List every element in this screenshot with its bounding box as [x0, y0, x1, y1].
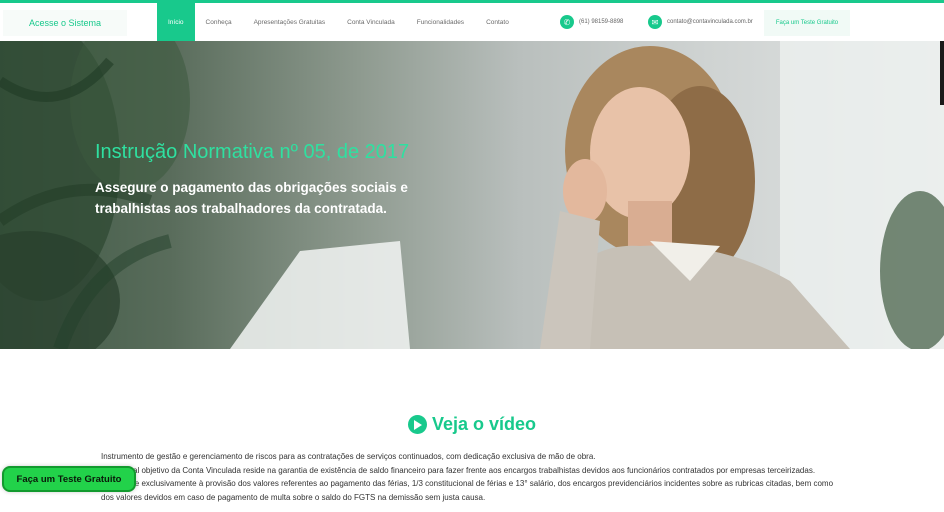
nav-item-funcionalidades[interactable]: Funcionalidades — [406, 3, 475, 41]
video-heading[interactable]: Veja o vídeo — [408, 414, 536, 435]
paragraph-3: Destina-se exclusivamente à provisão dos… — [101, 479, 834, 502]
login-link[interactable]: Acesse o Sistema — [3, 10, 127, 36]
navbar: Acesse o Sistema Início Conheça Apresent… — [0, 3, 944, 41]
phone-icon: ✆ — [560, 15, 574, 29]
email-contact[interactable]: ✉ contato@contavinculada.com.br — [648, 3, 753, 41]
phone-number: (61) 98159-8898 — [579, 19, 624, 25]
paragraph-1: Instrumento de gestão e gerenciamento de… — [101, 452, 596, 461]
hero-banner: Instrução Normativa nº 05, de 2017 Asseg… — [0, 41, 944, 349]
nav-item-conta-vinculada[interactable]: Conta Vinculada — [336, 3, 406, 41]
email-address: contato@contavinculada.com.br — [667, 19, 753, 25]
paragraph-2: O principal objetivo da Conta Vinculada … — [101, 465, 816, 475]
email-icon: ✉ — [648, 15, 662, 29]
description-text: Instrumento de gestão e gerenciamento de… — [101, 450, 846, 504]
trial-button-top[interactable]: Faça um Teste Gratuito — [764, 10, 850, 36]
page: Acesse o Sistema Início Conheça Apresent… — [0, 0, 944, 512]
floating-trial-button[interactable]: Faça um Teste Gratuito — [2, 466, 136, 492]
nav-item-conheca[interactable]: Conheça — [195, 3, 243, 41]
main-nav: Início Conheça Apresentações Gratuitas C… — [157, 3, 520, 41]
hero-subtitle: Assegure o pagamento das obrigações soci… — [95, 180, 408, 216]
phone-contact[interactable]: ✆ (61) 98159-8898 — [560, 3, 623, 41]
nav-item-contato[interactable]: Contato — [475, 3, 520, 41]
scrollbar-edge — [940, 41, 944, 105]
play-icon — [408, 415, 427, 434]
video-title: Veja o vídeo — [432, 414, 537, 434]
hero-title: Instrução Normativa nº 05, de 2017 — [95, 141, 410, 163]
nav-item-apresentacoes[interactable]: Apresentações Gratuitas — [243, 3, 337, 41]
nav-item-inicio[interactable]: Início — [157, 3, 195, 41]
